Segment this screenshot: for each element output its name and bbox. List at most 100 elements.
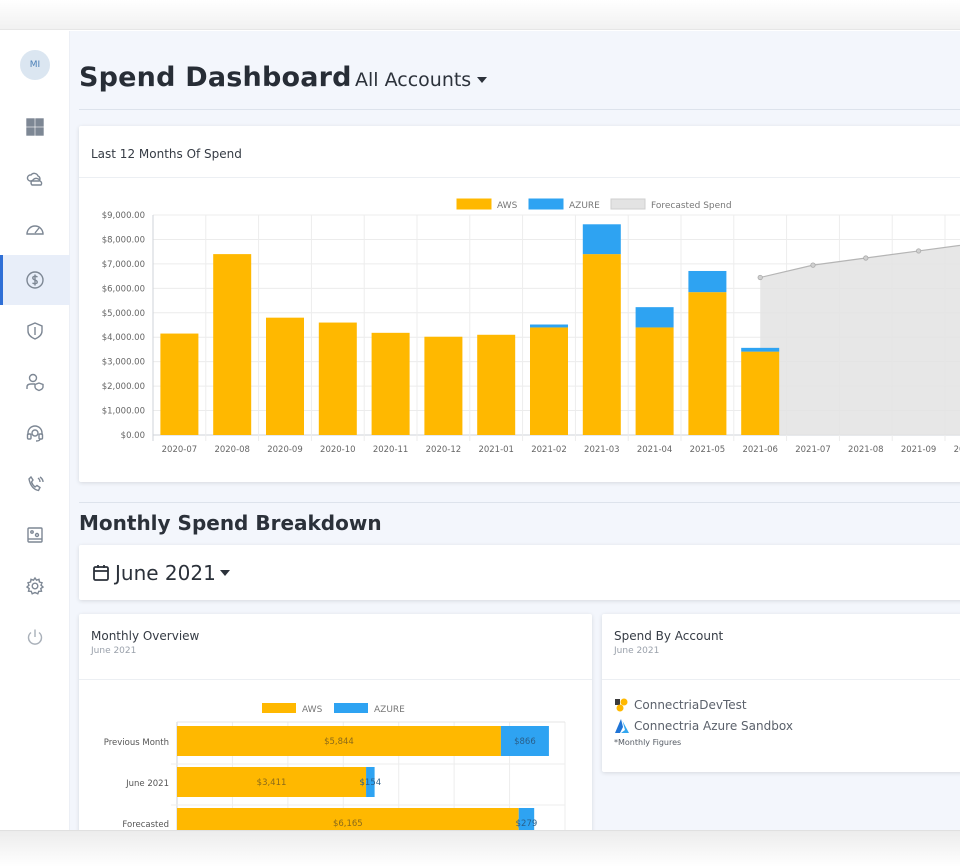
forecast-point xyxy=(915,248,922,254)
sidebar-item-spend[interactable] xyxy=(0,255,70,305)
card-divider xyxy=(602,679,960,680)
y-tick-label: $8,000.00 xyxy=(102,235,145,245)
x-tick-label: 2020-09 xyxy=(267,445,303,455)
account-item[interactable]: Connectria Azure Sandbox xyxy=(614,715,793,736)
bar-azure xyxy=(530,324,568,328)
power-icon xyxy=(27,629,43,645)
bar-value-label: $6,165 xyxy=(333,819,363,829)
forecast-point xyxy=(863,255,869,261)
sidebar-item-cloud[interactable] xyxy=(0,153,70,203)
calendar-icon xyxy=(93,565,109,581)
bar-aws xyxy=(688,292,727,435)
y-tick-label: $0.00 xyxy=(121,431,145,441)
x-tick-label: 2020-11 xyxy=(373,445,409,455)
month-selector-dropdown[interactable]: June 2021 xyxy=(91,561,230,585)
card-divider xyxy=(79,177,960,178)
sidebar-item-performance[interactable] xyxy=(0,204,70,254)
avatar[interactable]: MI xyxy=(20,50,50,80)
dollar-icon xyxy=(26,271,44,289)
bar-aws xyxy=(530,327,568,435)
account-name: ConnectriaDevTest xyxy=(634,697,747,712)
sidebar-item-calls[interactable] xyxy=(0,459,70,509)
caret-down-icon xyxy=(219,570,230,576)
overview-chart: AWS AZURE Previous Month $5,844 $866 June 202… xyxy=(104,703,566,830)
x-tick-label: 2021-09 xyxy=(901,445,937,455)
month-selector-card: June 2021 xyxy=(79,545,960,600)
account-item[interactable]: ConnectriaDevTest xyxy=(614,694,793,715)
last-12-months-card: Last 12 Months Of Spend AWS AZURE Forecast… xyxy=(79,126,960,482)
card-subtitle: June 2021 xyxy=(91,646,137,656)
bar-aws xyxy=(266,317,304,435)
card-title: Monthly Overview xyxy=(91,629,200,643)
bar-azure xyxy=(688,270,727,293)
sidebar-item-users[interactable] xyxy=(0,357,70,407)
caret-down-icon xyxy=(477,77,488,83)
card-divider xyxy=(79,679,592,680)
card-title: Last 12 Months Of Spend xyxy=(91,147,242,161)
y-tick-label: $6,000.00 xyxy=(102,284,145,294)
sidebar-item-security[interactable] xyxy=(0,306,70,356)
headset-icon xyxy=(26,425,44,442)
monthly-figures-note: *Monthly Figures xyxy=(614,738,682,747)
divider xyxy=(79,502,960,503)
x-tick-label: 2020-08 xyxy=(214,445,250,455)
sidebar-item-logout[interactable] xyxy=(0,612,70,662)
x-tick-label: 2020-07 xyxy=(162,445,198,455)
x-tick-label: 2020-12 xyxy=(426,445,462,455)
card-title: Spend By Account xyxy=(614,629,724,643)
window-bottom-edge xyxy=(0,830,960,867)
month-selector-label: June 2021 xyxy=(115,561,216,585)
phone-icon xyxy=(28,475,44,492)
spend-by-account-card: Spend By Account June 2021 ConnectriaDev… xyxy=(602,614,960,772)
divider xyxy=(79,109,960,110)
sidebar-item-reports[interactable] xyxy=(0,510,70,560)
account-selector-label: All Accounts xyxy=(355,69,472,91)
y-tick-label: $9,000.00 xyxy=(102,211,145,221)
y-tick-label: $5,000.00 xyxy=(102,309,145,319)
bar-value-label: $3,411 xyxy=(257,778,287,788)
monthly-overview-card: Monthly Overview June 2021 AWS AZURE Previ… xyxy=(79,614,592,830)
bar-aws xyxy=(741,351,780,435)
chart-legend: AWS AZURE xyxy=(262,703,405,715)
x-tick-label: 2021-10 xyxy=(954,445,960,455)
forecast-area xyxy=(760,245,960,435)
bar-aws xyxy=(635,327,674,435)
sidebar-item-support[interactable] xyxy=(0,408,70,458)
account-selector-dropdown[interactable]: All Accounts xyxy=(355,69,488,91)
y-tick-label: $1,000.00 xyxy=(102,407,145,417)
chart-legend: AWS AZURE Forecasted Spend xyxy=(456,198,732,211)
x-tick-label: 2021-07 xyxy=(795,445,831,455)
window-top-edge xyxy=(0,0,960,30)
bar-azure xyxy=(741,347,780,352)
x-tick-label: 2021-01 xyxy=(478,445,514,455)
sidebar-item-dashboard[interactable] xyxy=(0,102,70,152)
bar-azure xyxy=(582,224,621,255)
legend-label: AWS xyxy=(302,705,323,715)
sidebar-item-settings[interactable] xyxy=(0,561,70,611)
bar-aws xyxy=(213,254,252,435)
x-tick-label: 2021-06 xyxy=(742,445,778,455)
x-tick-label: 2021-03 xyxy=(584,445,620,455)
bar-aws xyxy=(318,322,357,435)
image-report-icon xyxy=(27,527,43,543)
legend-label: AWS xyxy=(497,201,518,211)
user-shield-icon xyxy=(26,373,44,392)
gear-icon xyxy=(25,576,45,595)
x-tick-label: 2021-02 xyxy=(531,445,567,455)
azure-logo-icon xyxy=(615,718,629,733)
shield-icon xyxy=(27,322,43,340)
legend-label: AZURE xyxy=(569,201,600,211)
legend-label: AZURE xyxy=(374,705,405,715)
aws-logo-icon xyxy=(615,698,628,711)
bar-aws xyxy=(424,336,463,435)
bar-aws xyxy=(160,333,199,435)
x-tick-label: 2021-05 xyxy=(690,445,726,455)
app-window: MI Spend Dashboard All Accounts Last 12 … xyxy=(0,31,960,830)
sidebar: MI xyxy=(0,31,70,830)
section-title: Monthly Spend Breakdown xyxy=(79,511,382,535)
bar-aws xyxy=(371,332,410,435)
legend-swatch xyxy=(334,703,368,713)
spend-chart: AWS AZURE Forecasted Spend $0.00 $1,000.00 $2… xyxy=(102,198,960,455)
legend-label: Forecasted Spend xyxy=(651,201,732,211)
grid-icon xyxy=(26,118,44,136)
